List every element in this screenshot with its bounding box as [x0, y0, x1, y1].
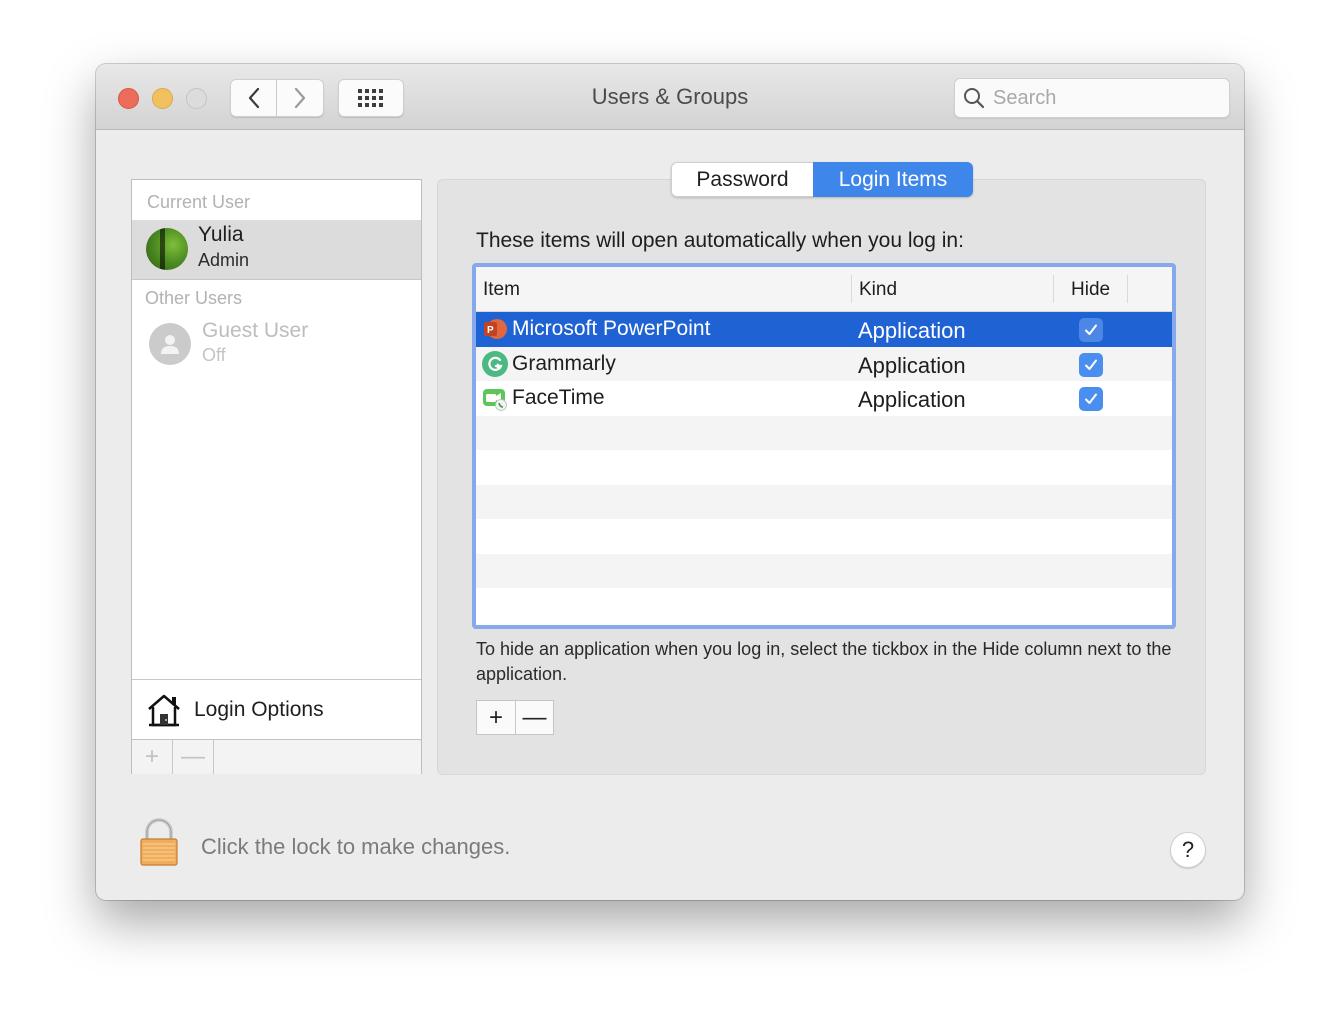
login-options-label: Login Options — [194, 697, 324, 721]
other-users-heading: Other Users — [145, 288, 243, 308]
add-login-item-button[interactable]: + — [477, 701, 515, 734]
title-bar: Users & Groups — [96, 64, 1244, 130]
item-name: Grammarly — [512, 351, 616, 375]
item-name: Microsoft PowerPoint — [512, 317, 711, 340]
lock-status-text: Click the lock to make changes. — [201, 834, 511, 859]
column-divider — [851, 275, 852, 303]
checkmark-icon — [1085, 359, 1097, 370]
empty-row — [476, 553, 1172, 588]
guest-user-status: Off — [202, 345, 226, 365]
login-items-intro: These items will open automatically when… — [476, 229, 964, 252]
column-header-hide[interactable]: Hide — [1071, 279, 1110, 301]
remove-user-button[interactable]: — — [173, 740, 214, 774]
person-icon — [161, 335, 179, 354]
item-cell: P Microsoft PowerPoint — [482, 316, 710, 342]
powerpoint-icon: P — [482, 316, 508, 342]
empty-row — [476, 415, 1172, 450]
item-name: FaceTime — [512, 386, 605, 409]
table-row[interactable]: FaceTime Application — [476, 381, 1172, 416]
empty-row — [476, 484, 1172, 519]
user-row-yulia[interactable]: Yulia Admin — [132, 220, 421, 280]
column-divider — [1053, 275, 1054, 303]
users-groups-window: Users & Groups Current User Yulia Admin … — [96, 64, 1244, 900]
hide-checkbox[interactable] — [1079, 387, 1103, 411]
table-row[interactable]: Grammarly Application — [476, 346, 1172, 381]
lock-button[interactable] — [138, 818, 180, 868]
login-items-table[interactable]: Item Kind Hide P Microsoft PowerPoint Ap… — [472, 263, 1176, 629]
svg-text:P: P — [487, 325, 494, 336]
search-field[interactable] — [954, 78, 1230, 118]
empty-row — [476, 588, 1172, 623]
current-user-heading: Current User — [147, 192, 251, 212]
remove-login-item-button[interactable]: — — [515, 701, 553, 734]
hide-checkbox[interactable] — [1079, 318, 1103, 342]
checkmark-icon — [1085, 324, 1097, 335]
add-user-button[interactable]: + — [132, 740, 173, 774]
login-item-buttons: + — — [476, 700, 554, 735]
grammarly-icon — [482, 350, 508, 377]
avatar — [146, 228, 188, 270]
facetime-icon — [482, 385, 508, 411]
users-list: Current User Yulia Admin Other Users Gue… — [131, 179, 422, 774]
login-options-item[interactable]: Login Options — [132, 679, 421, 739]
kind-cell: Application — [858, 387, 966, 412]
hide-hint-text: To hide an application when you log in, … — [476, 639, 1172, 684]
item-cell: Grammarly — [482, 350, 616, 377]
house-icon — [148, 694, 180, 726]
kind-cell: Application — [858, 318, 966, 343]
guest-avatar — [149, 323, 191, 365]
user-role: Admin — [198, 250, 250, 270]
table-row[interactable]: P Microsoft PowerPoint Application — [476, 312, 1172, 347]
checkmark-icon — [1085, 393, 1097, 404]
kind-cell: Application — [858, 352, 966, 378]
column-header-kind[interactable]: Kind — [859, 279, 897, 301]
empty-row — [476, 519, 1172, 554]
tab-login-items[interactable]: Login Items — [813, 162, 973, 197]
lock-icon — [140, 818, 178, 866]
item-cell: FaceTime — [482, 385, 605, 411]
empty-row — [476, 450, 1172, 485]
help-button[interactable]: ? — [1170, 832, 1206, 868]
table-header: Item Kind Hide — [476, 267, 1172, 312]
column-divider — [1127, 275, 1128, 303]
user-name: Yulia — [198, 223, 244, 246]
tab-bar: Password Login Items — [671, 162, 973, 197]
tab-password[interactable]: Password — [671, 162, 813, 197]
column-header-item[interactable]: Item — [483, 279, 520, 301]
guest-user-name: Guest User — [202, 319, 309, 342]
hide-checkbox[interactable] — [1079, 352, 1103, 377]
user-list-buttons: + — — [132, 739, 421, 774]
search-input[interactable] — [993, 86, 1213, 110]
magnifier-icon — [964, 88, 985, 109]
